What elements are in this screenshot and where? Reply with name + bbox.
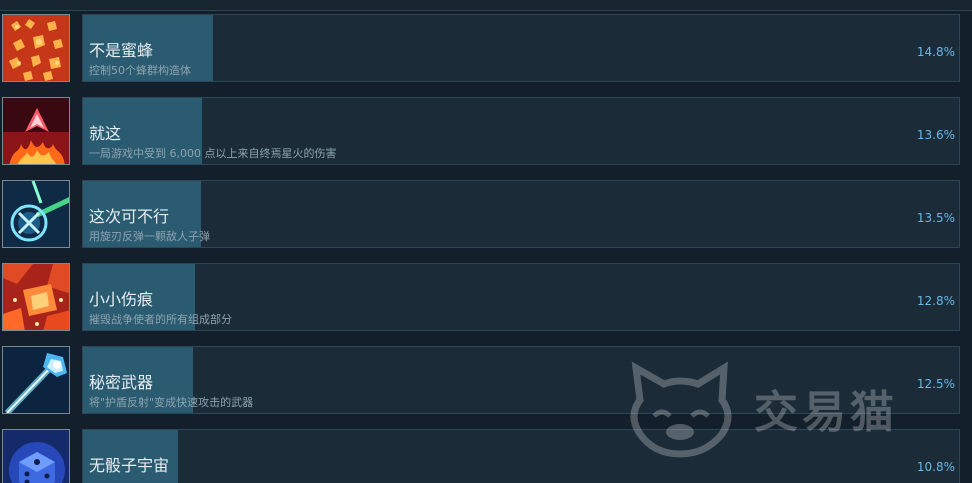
- achievement-name: 小小伤痕: [89, 290, 154, 309]
- achievement-description: 摧毁战争使者的所有组成部分: [89, 313, 232, 326]
- unlock-percentage: 13.5%: [916, 211, 955, 225]
- achievement-row[interactable]: 这次可不行 用旋刃反弹一颗敌人子弹 13.5%: [0, 180, 972, 252]
- swarm-icon: [2, 14, 70, 82]
- achievement-list-window: 不是蜜蜂 控制50个蜂群构造体 14.8% 就这 一局游戏中受到 6,000 点…: [0, 0, 972, 483]
- achievement-description: 将"护盾反射"变成快速攻击的武器: [89, 396, 254, 409]
- achievement-row[interactable]: 就这 一局游戏中受到 6,000 点以上来自终焉星火的伤害 13.6%: [0, 97, 972, 169]
- unlock-percentage: 10.8%: [916, 460, 955, 474]
- achievement-name: 不是蜜蜂: [89, 41, 154, 60]
- achievement-name: 秘密武器: [89, 373, 154, 392]
- achievement-row[interactable]: 小小伤痕 摧毁战争使者的所有组成部分 12.8%: [0, 263, 972, 335]
- achievement-panel: 无骰子宇宙 10.8%: [82, 429, 960, 483]
- achievement-panel: 这次可不行 用旋刃反弹一颗敌人子弹 13.5%: [82, 180, 960, 248]
- achievement-description: 用旋刃反弹一颗敌人子弹: [89, 230, 210, 243]
- unlock-percentage: 12.8%: [916, 294, 955, 308]
- achievement-name: 无骰子宇宙: [89, 456, 170, 475]
- previous-row-edge: [0, 0, 972, 11]
- unlock-percentage: 13.6%: [916, 128, 955, 142]
- achievement-panel: 秘密武器 将"护盾反射"变成快速攻击的武器 12.5%: [82, 346, 960, 414]
- achievement-description: 一局游戏中受到 6,000 点以上来自终焉星火的伤害: [89, 147, 337, 160]
- secret-weapon-icon: [2, 346, 70, 414]
- achievement-panel: 就这 一局游戏中受到 6,000 点以上来自终焉星火的伤害 13.6%: [82, 97, 960, 165]
- unlock-percentage: 14.8%: [916, 45, 955, 59]
- war-scar-icon: [2, 263, 70, 331]
- achievement-panel: 不是蜜蜂 控制50个蜂群构造体 14.8%: [82, 14, 960, 82]
- blade-reflect-icon: [2, 180, 70, 248]
- achievement-description: 控制50个蜂群构造体: [89, 64, 191, 77]
- achievement-panel: 小小伤痕 摧毁战争使者的所有组成部分 12.8%: [82, 263, 960, 331]
- unlock-percentage: 12.5%: [916, 377, 955, 391]
- achievement-row[interactable]: 无骰子宇宙 10.8%: [0, 429, 972, 483]
- achievement-row[interactable]: 秘密武器 将"护盾反射"变成快速攻击的武器 12.5%: [0, 346, 972, 418]
- achievement-name: 这次可不行: [89, 207, 170, 226]
- achievement-name: 就这: [89, 124, 122, 143]
- achievement-row[interactable]: 不是蜜蜂 控制50个蜂群构造体 14.8%: [0, 14, 972, 86]
- fire-icon: [2, 97, 70, 165]
- dice-icon: [2, 429, 70, 483]
